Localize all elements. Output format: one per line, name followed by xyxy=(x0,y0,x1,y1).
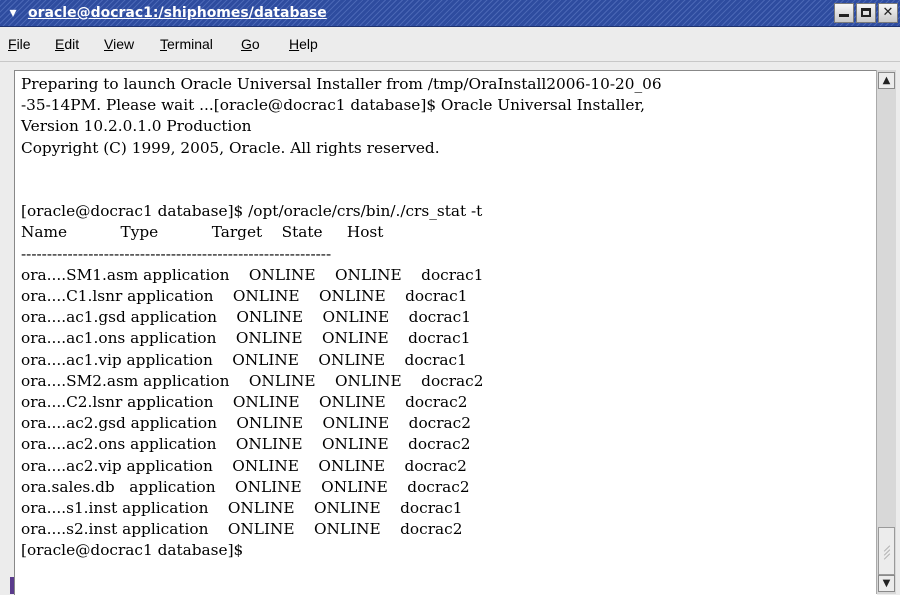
scroll-down-icon[interactable]: ▼ xyxy=(878,575,895,592)
cursor-marker xyxy=(10,577,14,594)
close-icon[interactable]: ✕ xyxy=(878,3,898,23)
menu-help-accel: H xyxy=(289,36,300,52)
window-controls: ✕ xyxy=(834,3,898,23)
vertical-scrollbar[interactable]: ▲ ▼ xyxy=(876,70,896,594)
menu-view[interactable]: View xyxy=(104,34,134,54)
maximize-icon[interactable] xyxy=(856,3,876,23)
title-bar[interactable]: ▾ oracle@docrac1:/shiphomes/database ✕ xyxy=(0,0,900,27)
minimize-icon[interactable] xyxy=(834,3,854,23)
menu-file-accel: F xyxy=(8,36,17,52)
menu-help-label: elp xyxy=(299,36,318,52)
menu-file-label: ile xyxy=(16,36,31,52)
menu-help[interactable]: Help xyxy=(289,34,318,54)
menu-terminal-accel: T xyxy=(160,36,167,52)
chevron-down-icon[interactable]: ▾ xyxy=(4,4,22,22)
menu-go-accel: G xyxy=(241,36,252,52)
menu-terminal[interactable]: Terminal xyxy=(160,34,213,54)
menu-edit[interactable]: Edit xyxy=(55,34,79,54)
menu-edit-label: dit xyxy=(64,36,80,52)
scroll-up-icon[interactable]: ▲ xyxy=(878,72,895,89)
menu-view-label: iew xyxy=(113,36,135,52)
menu-terminal-label: erminal xyxy=(167,36,213,52)
window-title: oracle@docrac1:/shiphomes/database xyxy=(28,5,327,21)
terminal-window: ▾ oracle@docrac1:/shiphomes/database ✕ F… xyxy=(0,0,900,595)
menu-edit-accel: E xyxy=(55,36,65,52)
menu-bar: File Edit View Terminal Go Help xyxy=(0,27,900,62)
terminal-text[interactable]: Preparing to launch Oracle Universal Ins… xyxy=(15,71,877,562)
menu-file[interactable]: File xyxy=(8,34,31,54)
menu-go[interactable]: Go xyxy=(241,34,260,54)
menu-go-label: o xyxy=(251,36,260,52)
menu-view-accel: V xyxy=(104,36,114,52)
terminal-output[interactable]: Preparing to launch Oracle Universal Ins… xyxy=(14,70,877,595)
scroll-thumb[interactable] xyxy=(878,527,895,575)
